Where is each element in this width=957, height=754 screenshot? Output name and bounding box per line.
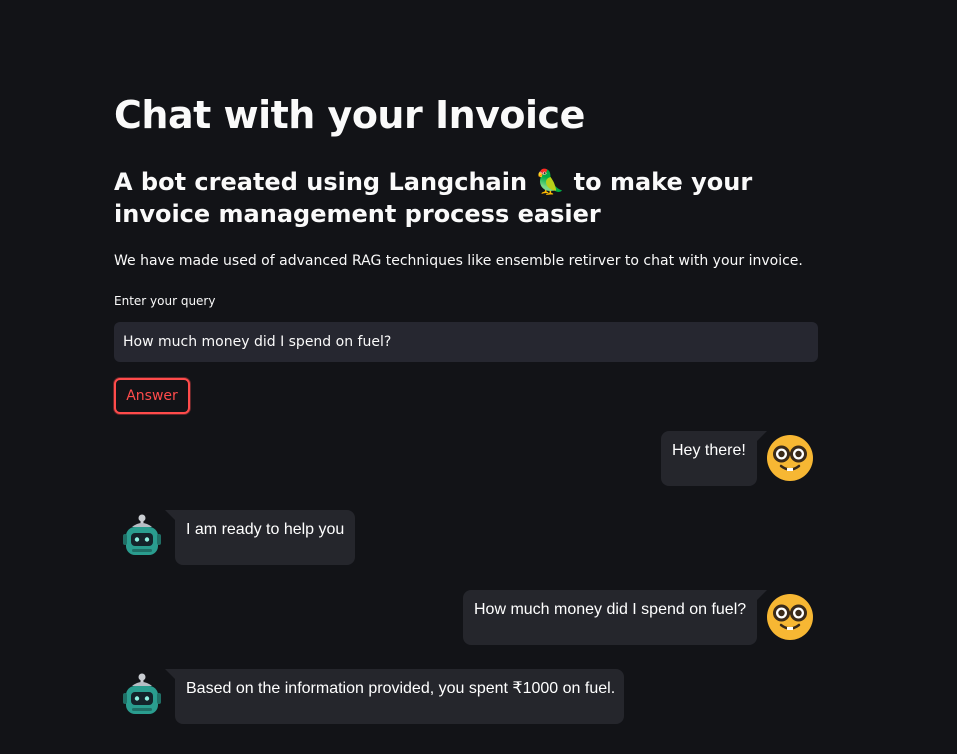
nerd-face-icon	[767, 435, 813, 481]
answer-button[interactable]: Answer	[114, 378, 190, 414]
robot-icon	[123, 514, 161, 555]
app-page: Chat with your Invoice A bot created usi…	[0, 0, 957, 754]
bot-avatar	[118, 672, 166, 720]
page-subtitle: A bot created using Langchain 🦜 to make …	[114, 168, 753, 228]
chat-message-user: How much money did I spend on fuel?	[463, 590, 767, 645]
robot-icon	[123, 673, 161, 714]
query-label: Enter your query	[114, 294, 216, 308]
query-input[interactable]	[114, 322, 818, 362]
bot-avatar	[118, 513, 166, 561]
chat-message-text: Based on the information provided, you s…	[186, 680, 616, 697]
user-avatar	[766, 593, 814, 641]
user-avatar	[766, 434, 814, 482]
chat-message-bot: I am ready to help you	[165, 510, 355, 565]
chat-message-text: How much money did I spend on fuel?	[474, 601, 747, 618]
nerd-face-icon	[767, 594, 813, 640]
page-title: Chat with your Invoice	[114, 93, 585, 137]
chat-message-bot: Based on the information provided, you s…	[165, 669, 624, 724]
page-description: We have made used of advanced RAG techni…	[114, 253, 803, 269]
chat-message-text: Hey there!	[672, 442, 746, 459]
chat-message-user: Hey there!	[661, 431, 767, 486]
chat-message-text: I am ready to help you	[186, 521, 345, 538]
